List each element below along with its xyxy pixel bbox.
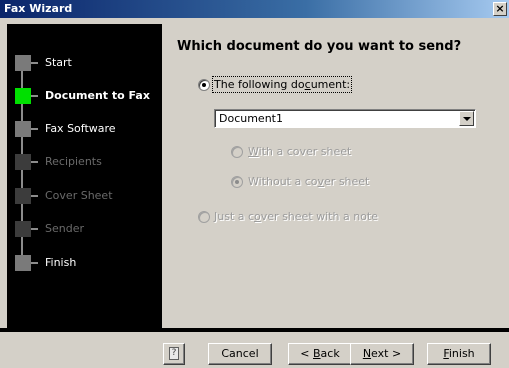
with-cover-sheet-radio[interactable] [231,146,243,158]
document-select[interactable]: Document1 [214,109,476,128]
with-cover-sheet-label[interactable]: With a cover sheet [248,145,351,158]
without-cover-sheet-radio[interactable] [231,176,243,188]
footer-divider [0,328,509,332]
step-label: Finish [45,256,77,269]
step-square-icon [15,88,31,104]
document-select-value: Document1 [219,112,283,125]
help-button[interactable]: ? [163,343,185,365]
title-bar: Fax Wizard × [0,0,509,18]
close-icon: × [495,2,505,15]
cover-sheet-only-label[interactable]: Just a cover sheet with a note [214,210,378,223]
cancel-button[interactable]: Cancel [208,343,272,365]
cover-sheet-only-radio[interactable] [198,211,210,223]
help-book-icon: ? [169,347,179,360]
step-label: Recipients [45,155,102,168]
step-label: Cover Sheet [45,189,113,202]
back-button[interactable]: < Back [288,343,352,365]
step-square-icon [15,55,31,71]
chevron-down-icon[interactable] [459,111,474,126]
step-square-icon [15,221,31,237]
step-label: Start [45,56,72,69]
step-square-icon [15,255,31,271]
next-button[interactable]: Next > [350,343,414,365]
step-square-icon [15,121,31,137]
step-square-icon [15,154,31,170]
finish-button[interactable]: Finish [427,343,491,365]
page-title: Which document do you want to send? [177,39,462,54]
wizard-steps-panel: Start Document to Fax Fax Software Recip… [7,24,162,328]
window-title: Fax Wizard [4,2,73,15]
following-document-label[interactable]: The following document: [211,76,353,93]
step-label: Fax Software [45,122,116,135]
following-document-radio[interactable] [198,79,210,91]
without-cover-sheet-label[interactable]: Without a cover sheet [248,175,369,188]
step-square-icon [15,188,31,204]
step-label: Document to Fax [45,89,150,102]
step-label: Sender [45,222,84,235]
close-button[interactable]: × [493,2,507,16]
wizard-content: Which document do you want to send? The … [162,24,507,328]
